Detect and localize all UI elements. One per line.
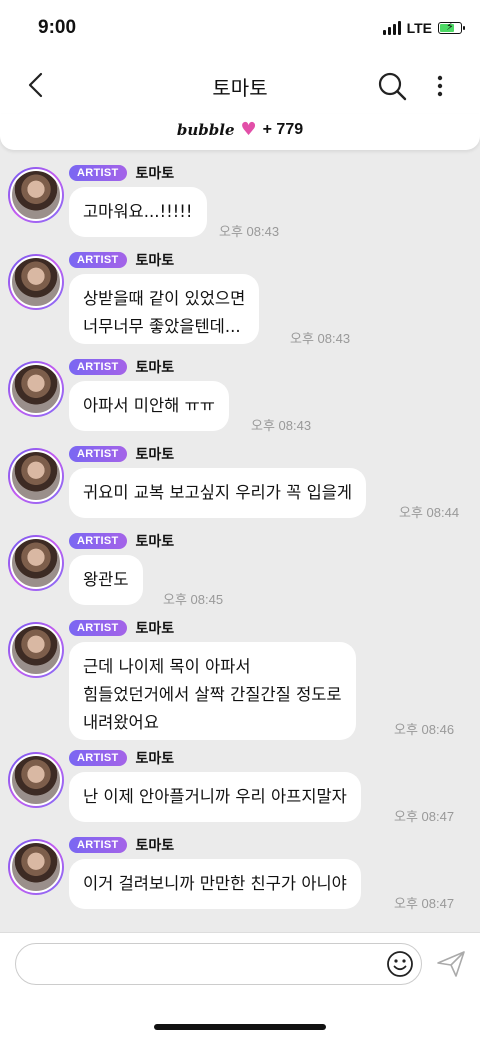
bubble-bar[interactable]: bubble ♥ + 779 — [0, 114, 480, 150]
artist-badge: ARTIST — [69, 533, 127, 549]
sender-name: 토마토 — [135, 447, 175, 463]
message-time: 오후 08:46 — [394, 722, 455, 737]
message-bubble[interactable]: 귀요미 교복 보고싶지 우리가 꼭 입을게 — [69, 468, 367, 518]
bubble-logo: bubble — [176, 121, 235, 139]
send-icon[interactable] — [436, 950, 466, 978]
message-time: 오후 08:43 — [290, 331, 351, 346]
message-bubble[interactable]: 상받을때 같이 있었으면 너무너무 좋았을텐데... — [69, 274, 260, 344]
message-bubble[interactable]: 근데 나이제 목이 아파서 힘들었던거에서 살짝 간질간질 정도로 내려왔어요 — [69, 642, 356, 740]
message-bubble[interactable]: 왕관도 — [69, 555, 143, 605]
battery-icon: ⚡ — [438, 20, 465, 34]
artist-badge: ARTIST — [69, 359, 127, 375]
sender-name: 토마토 — [135, 838, 175, 854]
sender-name: 토마토 — [135, 751, 175, 767]
sender-name: 토마토 — [135, 253, 175, 269]
artist-badge: ARTIST — [69, 750, 127, 766]
sender-name: 토마토 — [135, 360, 175, 376]
artist-badge: ARTIST — [69, 837, 127, 853]
heart-icon: ♥ — [240, 119, 257, 140]
sender-name: 토마토 — [135, 534, 175, 550]
message-bubble[interactable]: 이거 걸려보니까 만만한 친구가 아니야 — [69, 859, 361, 909]
message-composer — [0, 932, 480, 1040]
search-icon[interactable] — [376, 70, 408, 102]
avatar[interactable] — [8, 622, 64, 678]
sender-name: 토마토 — [135, 166, 175, 182]
message-bubble[interactable]: 고마워요...!!!!! — [69, 187, 207, 237]
message-bubble[interactable]: 난 이제 안아플거니까 우리 아프지말자 — [69, 772, 361, 822]
home-indicator — [154, 1024, 326, 1030]
avatar[interactable] — [8, 448, 64, 504]
message-time: 오후 08:44 — [399, 505, 460, 520]
avatar[interactable] — [8, 752, 64, 808]
message-time: 오후 08:47 — [394, 809, 455, 824]
message-time: 오후 08:43 — [219, 224, 280, 239]
signal-icon — [382, 21, 401, 35]
status-time: 9:00 — [38, 17, 77, 38]
bubble-count: + 779 — [262, 121, 304, 138]
message-input[interactable] — [15, 943, 422, 985]
artist-badge: ARTIST — [69, 620, 127, 636]
message-time: 오후 08:43 — [251, 418, 312, 433]
chat-header: 토마토 — [0, 58, 480, 114]
avatar[interactable] — [8, 839, 64, 895]
more-icon[interactable] — [430, 70, 450, 102]
avatar[interactable] — [8, 535, 64, 591]
avatar[interactable] — [8, 361, 64, 417]
message-time: 오후 08:47 — [394, 896, 455, 911]
emoji-icon[interactable] — [386, 950, 414, 978]
status-indicators: LTE ⚡ — [382, 20, 465, 36]
avatar[interactable] — [8, 167, 64, 223]
network-label: LTE — [406, 20, 432, 36]
message-time: 오후 08:45 — [163, 592, 224, 607]
sender-name: 토마토 — [135, 621, 175, 637]
status-bar: 9:00 LTE ⚡ — [0, 0, 480, 58]
message-bubble[interactable]: 아파서 미안해 ㅠㅠ — [69, 381, 229, 431]
artist-badge: ARTIST — [69, 252, 127, 268]
artist-badge: ARTIST — [69, 165, 127, 181]
page-title: 토마토 — [212, 76, 268, 100]
artist-badge: ARTIST — [69, 446, 127, 462]
avatar[interactable] — [8, 254, 64, 310]
